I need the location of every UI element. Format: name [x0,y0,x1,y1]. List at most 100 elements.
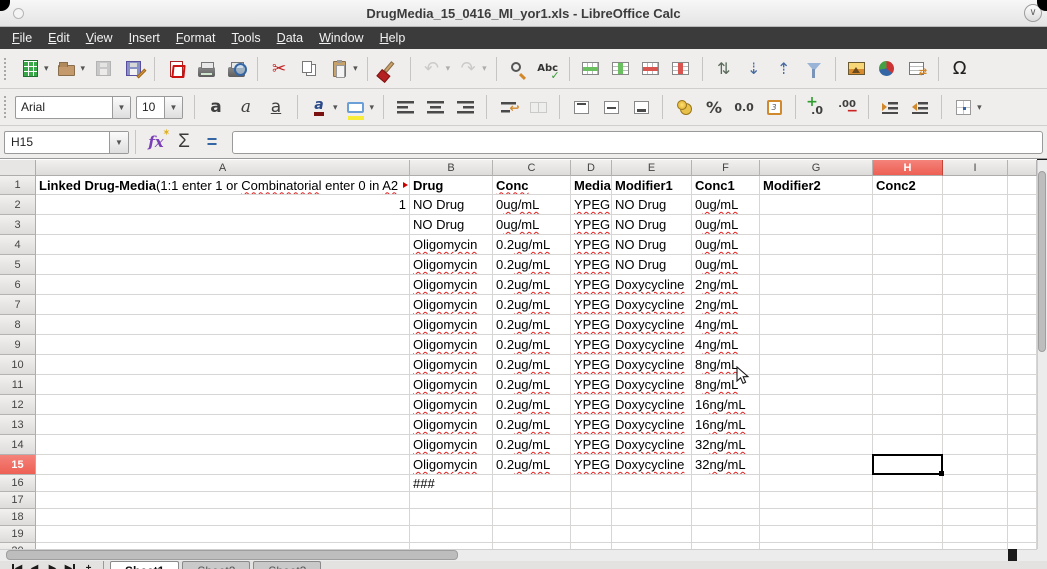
menu-edit[interactable]: Edit [40,27,78,49]
cell-F1[interactable]: Conc1 [692,176,760,195]
number-format-button[interactable] [729,92,759,122]
cell-E15[interactable]: Doxycycline [612,455,692,475]
delete-row-button[interactable] [636,54,666,84]
cell-B17[interactable] [410,492,493,509]
cell-B13[interactable]: Oligomycin [410,415,493,435]
align-left-button[interactable] [390,92,420,122]
cell-D2[interactable]: YPEG [571,195,612,215]
cell-D8[interactable]: YPEG [571,315,612,335]
new-document-button[interactable]: ▾ [15,54,52,84]
cell-F19[interactable] [692,526,760,543]
fill-handle[interactable] [939,471,944,476]
autofilter-button[interactable] [799,54,829,84]
row-header-14[interactable]: 14 [0,435,36,455]
cell-G5[interactable] [760,255,873,275]
cell-H13[interactable] [873,415,943,435]
cell-B7[interactable]: Oligomycin [410,295,493,315]
cell-D19[interactable] [571,526,612,543]
find-replace-button[interactable] [503,54,533,84]
cell-G17[interactable] [760,492,873,509]
wrap-text-button[interactable] [493,92,523,122]
redo-dropdown-arrow[interactable]: ▾ [482,63,487,74]
toolbar-grip[interactable] [4,58,11,80]
column-header-e[interactable]: E [612,160,692,176]
cell-A16[interactable] [36,475,410,492]
cell-A9[interactable] [36,335,410,355]
cell-J8[interactable] [1008,315,1037,335]
italic-button[interactable] [231,92,261,122]
cell-D5[interactable]: YPEG [571,255,612,275]
cell-I1[interactable] [943,176,1008,195]
row-header-13[interactable]: 13 [0,415,36,435]
cell-J13[interactable] [1008,415,1037,435]
special-character-button[interactable] [945,54,975,84]
cell-H16[interactable] [873,475,943,492]
cell-B5[interactable]: Oligomycin [410,255,493,275]
cell-F11[interactable]: 8ng/mL [692,375,760,395]
cell-C1[interactable]: Conc [493,176,571,195]
cell-G4[interactable] [760,235,873,255]
cell-G7[interactable] [760,295,873,315]
cell-F17[interactable] [692,492,760,509]
cell-G16[interactable] [760,475,873,492]
chevron-down-icon[interactable]: ▼ [109,132,128,153]
new-document-dropdown-arrow[interactable]: ▾ [44,63,49,74]
cell-B6[interactable]: Oligomycin [410,275,493,295]
align-vcenter-button[interactable] [596,92,626,122]
last-sheet-button[interactable]: ▶ [64,562,77,569]
cell-B16[interactable]: ### [410,475,493,492]
column-header-d[interactable]: D [571,160,612,176]
cell-D18[interactable] [571,509,612,526]
cell-C10[interactable]: 0.2ug/mL [493,355,571,375]
cell-J12[interactable] [1008,395,1037,415]
cell-cursor[interactable] [872,454,943,475]
cell-B8[interactable]: Oligomycin [410,315,493,335]
redo-button[interactable]: ▾ [453,54,490,84]
print-preview-button[interactable] [221,54,251,84]
cell-D9[interactable]: YPEG [571,335,612,355]
cell-F8[interactable]: 4ng/mL [692,315,760,335]
menu-help[interactable]: Help [372,27,414,49]
cell-E9[interactable]: Doxycycline [612,335,692,355]
cell-I5[interactable] [943,255,1008,275]
cell-C16[interactable] [493,475,571,492]
cell-F4[interactable]: 0ug/mL [692,235,760,255]
delete-decimal-button[interactable] [832,92,862,122]
cell-G13[interactable] [760,415,873,435]
cell-G11[interactable] [760,375,873,395]
percent-button[interactable] [699,92,729,122]
cell-A5[interactable] [36,255,410,275]
copy-button[interactable] [294,54,324,84]
cell-G15[interactable] [760,455,873,475]
cell-A3[interactable] [36,215,410,235]
cell-A4[interactable] [36,235,410,255]
column-header-i[interactable]: I [943,160,1008,176]
cell-E8[interactable]: Doxycycline [612,315,692,335]
cell-C8[interactable]: 0.2ug/mL [493,315,571,335]
cut-button[interactable] [264,54,294,84]
row-header-16[interactable]: 16 [0,475,36,492]
cell-D10[interactable]: YPEG [571,355,612,375]
cell-A13[interactable] [36,415,410,435]
column-header-b[interactable]: B [410,160,493,176]
cell-I16[interactable] [943,475,1008,492]
cell-H8[interactable] [873,315,943,335]
cell-I7[interactable] [943,295,1008,315]
borders-button[interactable]: ▾ [948,92,985,122]
cell-J4[interactable] [1008,235,1037,255]
cell-B10[interactable]: Oligomycin [410,355,493,375]
cell-B19[interactable] [410,526,493,543]
cell-H2[interactable] [873,195,943,215]
cell-F10[interactable]: 8ng/mL [692,355,760,375]
cell-F2[interactable]: 0ug/mL [692,195,760,215]
cell-I17[interactable] [943,492,1008,509]
cell-H14[interactable] [873,435,943,455]
cell-I11[interactable] [943,375,1008,395]
cell-D7[interactable]: YPEG [571,295,612,315]
cell-J10[interactable] [1008,355,1037,375]
row-header-3[interactable]: 3 [0,215,36,235]
highlighting-button[interactable]: ▾ [341,92,378,122]
cell-D16[interactable] [571,475,612,492]
insert-row-button[interactable] [576,54,606,84]
decrease-indent-button[interactable] [905,92,935,122]
